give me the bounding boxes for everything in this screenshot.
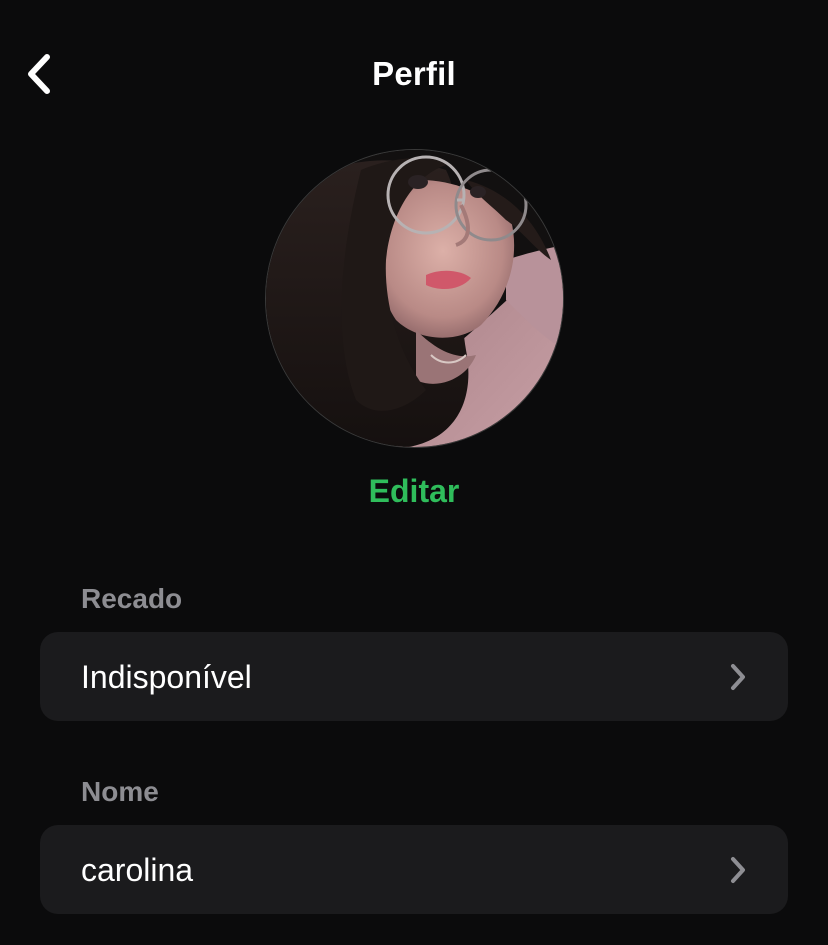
name-value: carolina — [81, 851, 194, 888]
chevron-right-icon — [728, 662, 748, 692]
edit-photo-link[interactable]: Editar — [0, 470, 828, 512]
page-title: Perfil — [372, 55, 456, 92]
chevron-right-icon — [728, 855, 748, 885]
profile-screen: Perfil Editar Recado Indisponível Nome c… — [0, 0, 828, 945]
name-row[interactable]: carolina — [40, 825, 788, 914]
status-value: Indisponível — [81, 658, 252, 695]
avatar[interactable] — [265, 149, 564, 448]
section-label-name: Nome — [81, 776, 159, 807]
status-row[interactable]: Indisponível — [40, 632, 788, 721]
section-label-status: Recado — [81, 583, 183, 614]
